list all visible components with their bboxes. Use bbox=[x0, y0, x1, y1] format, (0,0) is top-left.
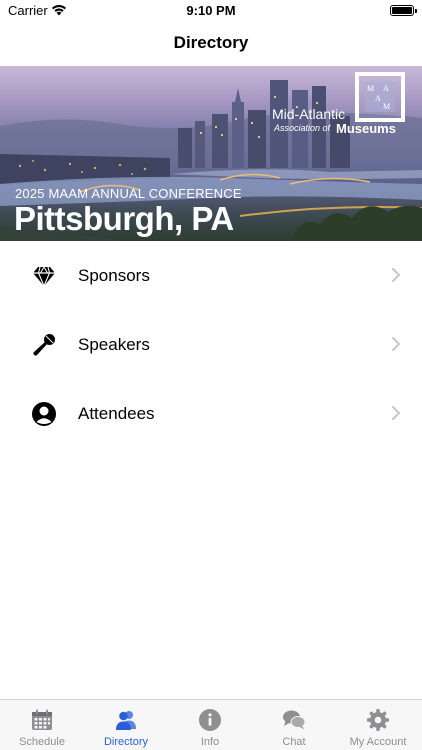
directory-item-sponsors[interactable]: Sponsors bbox=[0, 241, 422, 310]
status-bar: Carrier 9:10 PM bbox=[0, 0, 422, 24]
clock: 9:10 PM bbox=[186, 3, 236, 18]
conference-location: Pittsburgh, PA bbox=[14, 200, 234, 237]
gear-icon bbox=[367, 709, 389, 731]
calendar-icon bbox=[32, 709, 52, 730]
logo-letter: A bbox=[375, 94, 381, 103]
tab-chat[interactable]: Chat bbox=[252, 700, 336, 750]
navigation-bar: Directory bbox=[0, 24, 422, 66]
tab-bar: Schedule Directory Info Chat My Account bbox=[0, 699, 422, 750]
tab-label: My Account bbox=[349, 736, 407, 748]
tab-info[interactable]: Info bbox=[168, 700, 252, 750]
tab-label: Directory bbox=[103, 736, 148, 748]
user-circle-icon bbox=[32, 402, 56, 426]
chevron-right-icon bbox=[392, 268, 400, 282]
logo-letter: M bbox=[383, 102, 391, 111]
diamond-icon bbox=[33, 266, 55, 288]
tab-directory[interactable]: Directory bbox=[84, 700, 168, 750]
org-name-line2: Association of bbox=[274, 123, 331, 133]
directory-item-label: Attendees bbox=[78, 404, 155, 423]
directory-item-label: Speakers bbox=[78, 335, 150, 354]
page-title: Directory bbox=[173, 33, 249, 52]
tab-my-account[interactable]: My Account bbox=[336, 700, 420, 750]
battery-icon bbox=[390, 5, 417, 16]
logo-letter: A bbox=[383, 84, 389, 93]
chevron-right-icon bbox=[392, 406, 400, 420]
maam-logo: M A A M bbox=[355, 72, 405, 122]
logo-mark: M A A M bbox=[365, 82, 395, 112]
directory-item-attendees[interactable]: Attendees bbox=[0, 379, 422, 448]
chat-bubbles-icon bbox=[283, 710, 306, 730]
tab-label: Schedule bbox=[19, 736, 65, 748]
info-icon bbox=[199, 709, 221, 731]
tab-schedule[interactable]: Schedule bbox=[0, 700, 84, 750]
tab-label: Info bbox=[200, 736, 220, 748]
conference-banner: M A A M Mid-Atlantic Association of Muse… bbox=[0, 66, 422, 241]
org-name-line3: Museums bbox=[336, 121, 396, 136]
directory-item-label: Sponsors bbox=[78, 266, 150, 285]
chevron-right-icon bbox=[392, 337, 400, 351]
microphone-icon bbox=[33, 334, 55, 356]
logo-letter: M bbox=[367, 84, 375, 93]
org-name-line1: Mid-Atlantic bbox=[272, 106, 346, 122]
conference-title: 2025 MAAM ANNUAL CONFERENCE bbox=[15, 186, 242, 201]
battery-level bbox=[392, 7, 412, 14]
directory-item-speakers[interactable]: Speakers bbox=[0, 310, 422, 379]
tab-label: Chat bbox=[282, 736, 306, 748]
people-icon bbox=[116, 711, 136, 730]
